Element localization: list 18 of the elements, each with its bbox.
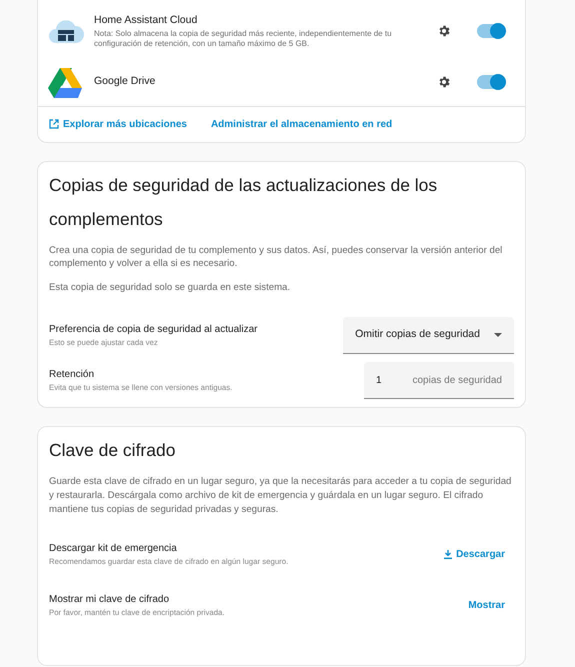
location-name: Home Assistant Cloud: [94, 13, 198, 28]
location-note: Nota: Solo almacena la copia de seguridad más reciente, independientemente de tu configuración de retención, con un tamaño máximo de 5 GB.: [94, 28, 393, 50]
card-title: Copias de seguridad de las actualizaciones de los complementos: [49, 174, 438, 231]
description: Guarde esta clave de cifrado en un lugar seguro, ya que la necesitarás para acceder a tu copia de seguridad y restaurarla. Descárgala como archivo de kit de emergencia y guárdala en un lugar seguro. El cifrado mantiene tus copias de seguridad privadas y seguras.: [49, 475, 512, 517]
setting-label: Mostrar mi clave de cifrado: [49, 592, 170, 607]
number-field[interactable]: 1 copias de seguridad: [364, 362, 514, 400]
setting-label: Preferencia de copia de seguridad al actualizar: [49, 323, 258, 338]
select-field[interactable]: Omitir copias de seguridad: [343, 317, 514, 354]
description: Crea una copia de seguridad de tu complemento y sus datos. Así, puedes conservar la versión anterior del complemento y volver a ella si es necesario.: [49, 244, 504, 272]
action-button[interactable]: Descargar: [444, 546, 505, 562]
card-title: Clave de cifrado: [49, 439, 176, 462]
setting-label: Descargar kit de emergencia: [49, 542, 178, 556]
link[interactable]: Explorar más ubicaciones: [49, 116, 187, 132]
action-button[interactable]: Mostrar: [468, 598, 505, 612]
link[interactable]: Administrar el almacenamiento en red: [210, 116, 392, 132]
setting-label: Retención: [49, 368, 96, 382]
description: Esta copia de seguridad solo se guarda en este sistema.: [49, 281, 292, 296]
location-name: Google Drive: [94, 74, 156, 89]
